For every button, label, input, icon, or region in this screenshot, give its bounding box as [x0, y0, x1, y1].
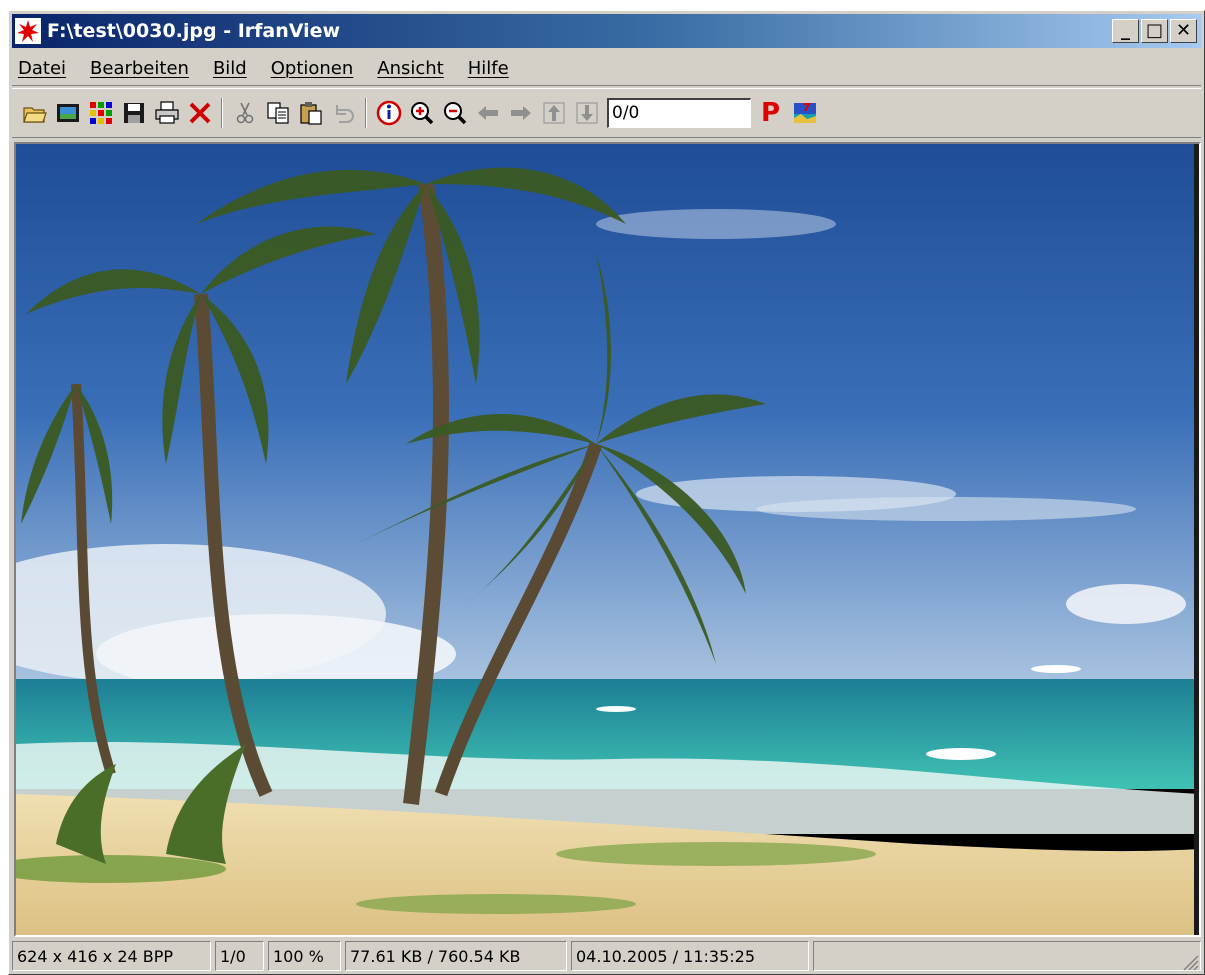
- window-title: F:\test\0030.jpg - IrfanView: [47, 20, 341, 42]
- toolbar: 0/0 P: [12, 88, 1201, 138]
- cut-icon[interactable]: [228, 97, 261, 130]
- last-icon[interactable]: [570, 97, 603, 130]
- maximize-icon: □: [1145, 20, 1163, 41]
- menu-bearbeiten[interactable]: Bearbeiten: [90, 58, 189, 79]
- toolbar-separator: [221, 98, 223, 128]
- open-folder-icon[interactable]: [18, 97, 51, 130]
- zoom-out-icon[interactable]: [438, 97, 471, 130]
- zoom-in-icon[interactable]: [405, 97, 438, 130]
- thumbnails-icon[interactable]: [84, 97, 117, 130]
- first-icon[interactable]: [537, 97, 570, 130]
- app-window: F:\test\0030.jpg - IrfanView _ □ ✕ Datei…: [8, 10, 1205, 975]
- title-bar[interactable]: F:\test\0030.jpg - IrfanView _ □ ✕: [12, 14, 1201, 48]
- palette-p-icon[interactable]: P: [761, 98, 780, 128]
- resize-grip-icon[interactable]: [1181, 953, 1199, 971]
- print-icon[interactable]: [150, 97, 183, 130]
- irfanview-app-icon[interactable]: [15, 18, 41, 44]
- menu-ansicht[interactable]: Ansicht: [377, 58, 443, 79]
- minimize-button[interactable]: _: [1112, 19, 1139, 43]
- minimize-icon: _: [1121, 20, 1130, 41]
- save-icon[interactable]: [117, 97, 150, 130]
- close-button[interactable]: ✕: [1170, 19, 1197, 43]
- toolbar-separator: [365, 98, 367, 128]
- info-icon[interactable]: [372, 97, 405, 130]
- menu-bar: Datei Bearbeiten Bild Optionen Ansicht H…: [12, 52, 1201, 86]
- previous-icon[interactable]: [471, 97, 504, 130]
- image-viewport[interactable]: [14, 142, 1201, 937]
- paste-icon[interactable]: [294, 97, 327, 130]
- menu-bild[interactable]: Bild: [213, 58, 247, 79]
- copy-icon[interactable]: [261, 97, 294, 130]
- slideshow-icon[interactable]: [51, 97, 84, 130]
- status-index: 1/0: [215, 941, 264, 971]
- next-icon[interactable]: [504, 97, 537, 130]
- landscape-icon[interactable]: [788, 97, 821, 130]
- status-datetime: 04.10.2005 / 11:35:25: [571, 941, 809, 971]
- status-bar: 624 x 416 x 24 BPP 1/0 100 % 77.61 KB / …: [12, 941, 1201, 973]
- status-filesize: 77.61 KB / 760.54 KB: [345, 941, 567, 971]
- close-icon: ✕: [1175, 20, 1192, 41]
- menu-hilfe[interactable]: Hilfe: [468, 58, 509, 79]
- beach-palm-photo: [16, 144, 1199, 935]
- menu-datei[interactable]: Datei: [18, 58, 66, 79]
- menu-optionen[interactable]: Optionen: [271, 58, 354, 79]
- page-indicator-field[interactable]: 0/0: [607, 98, 751, 128]
- maximize-button[interactable]: □: [1141, 19, 1168, 43]
- delete-icon[interactable]: [183, 97, 216, 130]
- status-dimensions: 624 x 416 x 24 BPP: [12, 941, 211, 971]
- status-zoom: 100 %: [268, 941, 341, 971]
- status-extra: [813, 941, 1201, 971]
- undo-icon[interactable]: [327, 97, 360, 130]
